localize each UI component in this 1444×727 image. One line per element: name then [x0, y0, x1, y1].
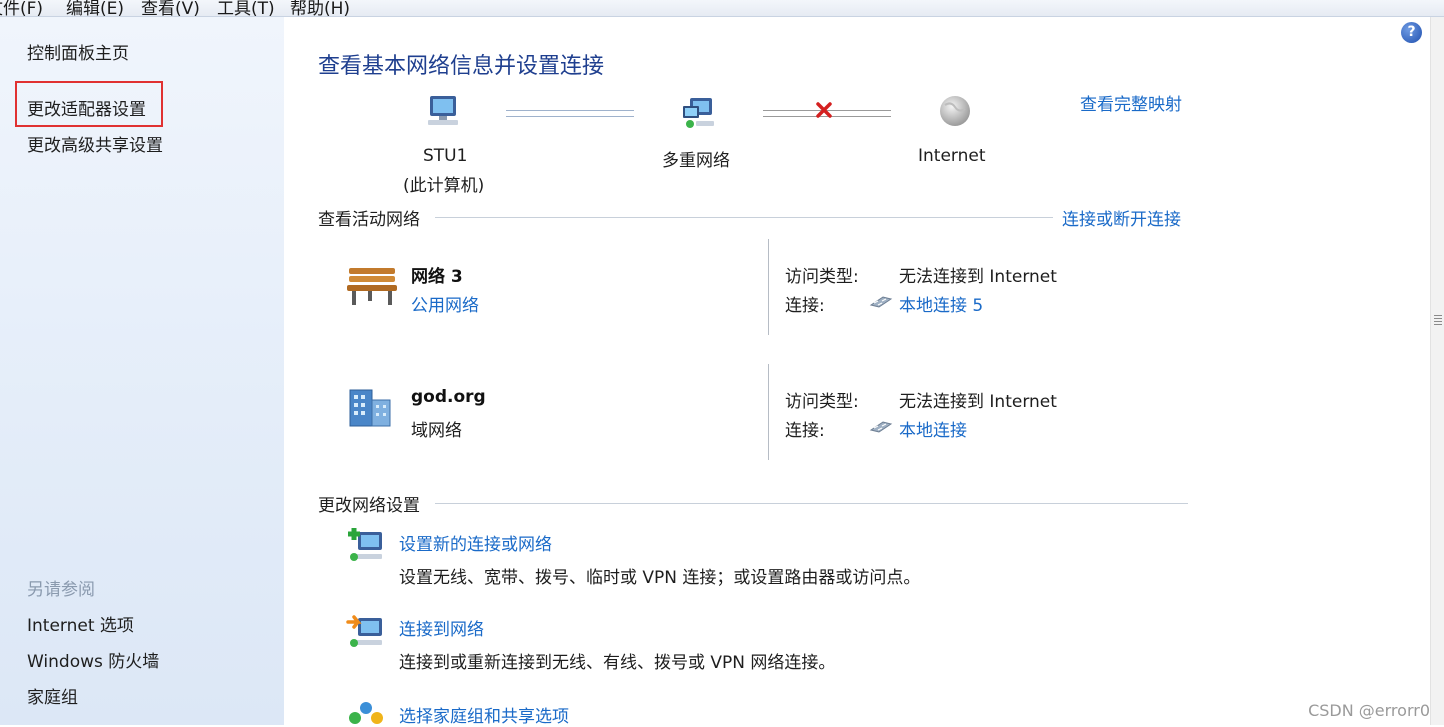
- connections-label: 连接:: [785, 421, 825, 441]
- network-divider: [768, 364, 769, 460]
- access-type-label: 访问类型:: [785, 267, 859, 287]
- map-internet-label: Internet: [918, 146, 986, 166]
- map-computer-name: STU1: [423, 146, 468, 166]
- task-connect-network-link[interactable]: 连接到网络: [399, 615, 484, 640]
- disconnected-x-icon: [816, 102, 832, 118]
- network-name: god.org: [411, 387, 486, 407]
- sidebar-item-homegroup[interactable]: 家庭组: [27, 683, 78, 708]
- page-title: 查看基本网络信息并设置连接: [318, 54, 605, 79]
- network-name: 网络 3: [411, 267, 463, 287]
- access-type-value: 无法连接到 Internet: [899, 392, 1057, 412]
- sidebar-item-windows-firewall[interactable]: Windows 防火墙: [27, 647, 159, 672]
- menu-file[interactable]: 文件(F): [0, 0, 43, 16]
- menu-view[interactable]: 查看(V): [141, 0, 200, 16]
- access-type-value: 无法连接到 Internet: [899, 267, 1057, 287]
- network-cable-icon: [869, 421, 893, 433]
- network-divider: [768, 239, 769, 335]
- menu-help[interactable]: 帮助(H): [290, 0, 350, 16]
- task-homegroup-link[interactable]: 选择家庭组和共享选项: [399, 702, 569, 727]
- vertical-scrollbar[interactable]: [1430, 17, 1444, 725]
- task-new-connection-link[interactable]: 设置新的连接或网络: [399, 530, 552, 555]
- local-connection-link[interactable]: 本地连接: [899, 416, 967, 441]
- homegroup-icon: [349, 702, 383, 724]
- park-bench-icon: [347, 268, 397, 305]
- connections-label: 连接:: [785, 296, 825, 316]
- task-connect-network-desc: 连接到或重新连接到无线、有线、拨号或 VPN 网络连接。: [399, 653, 836, 673]
- network-type-link[interactable]: 公用网络: [411, 291, 479, 316]
- internet-globe-icon: [940, 96, 970, 126]
- section-divider: [435, 503, 1188, 504]
- sidebar-item-advanced-sharing[interactable]: 更改高级共享设置: [27, 131, 163, 156]
- network-type: 域网络: [411, 421, 462, 441]
- connect-disconnect-link[interactable]: 连接或断开连接: [1062, 205, 1181, 230]
- sidebar-item-control-panel-home[interactable]: 控制面板主页: [27, 39, 129, 64]
- domain-building-icon: [349, 389, 391, 427]
- multiple-networks-icon: [683, 98, 714, 128]
- new-connection-icon: [348, 528, 382, 561]
- watermark: CSDN @errorr0: [1308, 701, 1430, 720]
- network-cable-icon: [869, 296, 893, 308]
- view-full-map-link[interactable]: 查看完整映射: [1080, 90, 1182, 115]
- active-networks-heading: 查看活动网络: [318, 210, 420, 230]
- computer-icon: [428, 96, 458, 125]
- sidebar-item-internet-options[interactable]: Internet 选项: [27, 611, 134, 636]
- local-connection-5-link[interactable]: 本地连接 5: [899, 291, 983, 316]
- see-also-label: 另请参阅: [27, 580, 95, 600]
- menu-bar: 文件(F) 编辑(E) 查看(V) 工具(T) 帮助(H): [0, 0, 1444, 17]
- menu-edit[interactable]: 编辑(E): [66, 0, 124, 16]
- connect-to-network-icon: [346, 615, 382, 647]
- access-type-label: 访问类型:: [785, 392, 859, 412]
- change-settings-heading: 更改网络设置: [318, 496, 420, 516]
- map-link-line: [506, 110, 634, 117]
- menu-tools[interactable]: 工具(T): [217, 0, 275, 16]
- map-network-label: 多重网络: [662, 151, 730, 171]
- highlight-box: [15, 81, 163, 127]
- help-icon[interactable]: ?: [1401, 22, 1422, 43]
- task-new-connection-desc: 设置无线、宽带、拨号、临时或 VPN 连接；或设置路由器或访问点。: [399, 568, 921, 588]
- map-computer-sub: (此计算机): [403, 176, 485, 196]
- section-divider: [435, 217, 1053, 218]
